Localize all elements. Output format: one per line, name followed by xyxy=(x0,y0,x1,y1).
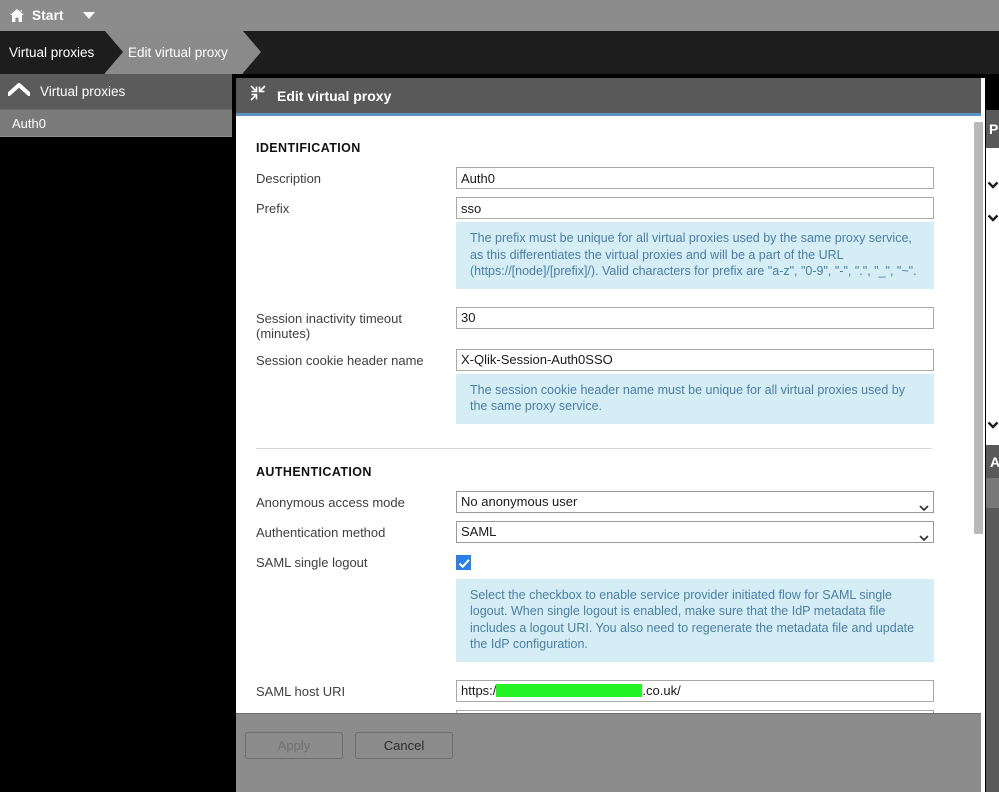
panel-title: Edit virtual proxy xyxy=(277,87,392,104)
properties-panel-header: P xyxy=(986,110,999,148)
properties-panel-title: P xyxy=(989,121,999,137)
saml-single-logout-label: SAML single logout xyxy=(256,554,368,570)
session-timeout-label: Session inactivity timeout (minutes) xyxy=(256,310,402,341)
saml-host-uri-label: SAML host URI xyxy=(256,683,346,699)
session-timeout-input[interactable] xyxy=(456,306,934,329)
sidebar-item-label: Auth0 xyxy=(12,115,46,131)
saml-single-logout-checkbox[interactable] xyxy=(456,554,471,570)
field-row-cookie-header: Session cookie header name The session c… xyxy=(256,348,977,434)
breadcrumb: Virtual proxies Edit virtual proxy xyxy=(0,31,999,74)
properties-secondary-title: A xyxy=(990,453,999,470)
redaction-bar xyxy=(496,684,643,697)
top-bar: Start xyxy=(0,0,999,31)
properties-secondary-header: A xyxy=(986,445,999,478)
section-title-authentication: AUTHENTICATION xyxy=(256,464,372,479)
prefix-input[interactable] xyxy=(456,197,934,219)
chevron-up-icon xyxy=(7,82,31,101)
properties-panel: P A xyxy=(986,110,999,792)
breadcrumb-item-virtual-proxies[interactable]: Virtual proxies xyxy=(0,31,123,74)
edit-virtual-proxy-panel: Edit virtual proxy IDENTIFICATION Descri… xyxy=(236,78,985,792)
chevron-down-icon xyxy=(919,529,929,541)
chevron-down-icon xyxy=(987,209,999,227)
saml-host-uri-input[interactable]: https:/ .co.uk/ xyxy=(456,679,934,702)
cookie-header-label: Session cookie header name xyxy=(256,352,424,368)
scrollbar-thumb[interactable] xyxy=(974,122,983,534)
description-input[interactable] xyxy=(456,167,934,189)
collapse-arrows-icon[interactable] xyxy=(250,85,266,106)
field-row-saml-host-uri: SAML host URI https:/ .co.uk/ xyxy=(256,679,977,702)
sidebar: Virtual proxies Auth0 xyxy=(0,74,232,792)
field-row-description: Description xyxy=(256,167,977,189)
properties-band-1[interactable] xyxy=(986,478,999,508)
anonymous-access-label: Anonymous access mode xyxy=(256,494,405,510)
apply-button[interactable]: Apply xyxy=(245,732,343,759)
breadcrumb-item-edit-virtual-proxy[interactable]: Edit virtual proxy xyxy=(105,31,261,74)
caret-down-icon[interactable] xyxy=(82,12,95,19)
breadcrumb-item-label: Virtual proxies xyxy=(9,45,95,60)
field-row-session-timeout: Session inactivity timeout (minutes) xyxy=(256,306,977,341)
cancel-button[interactable]: Cancel xyxy=(355,732,453,759)
auth-method-select[interactable]: SAML xyxy=(456,520,934,543)
auth-method-label: Authentication method xyxy=(256,524,386,540)
field-row-anonymous-access: Anonymous access mode No anonymous user xyxy=(256,490,977,513)
anonymous-access-value: No anonymous user xyxy=(461,493,578,509)
section-title-identification: IDENTIFICATION xyxy=(256,141,361,155)
start-menu-button[interactable]: Start xyxy=(0,8,95,23)
saml-host-uri-prefix: https:/ xyxy=(461,683,497,698)
panel-footer: Apply Cancel xyxy=(236,713,981,792)
properties-band-2[interactable] xyxy=(986,508,999,792)
prefix-hint: The prefix must be unique for all virtua… xyxy=(456,222,934,289)
chevron-down-icon xyxy=(919,499,929,511)
prefix-label: Prefix xyxy=(256,201,290,216)
vertical-scrollbar[interactable] xyxy=(971,116,985,635)
field-row-auth-method: Authentication method SAML xyxy=(256,520,977,543)
start-label: Start xyxy=(32,8,64,23)
cookie-header-hint: The session cookie header name must be u… xyxy=(456,373,934,424)
panel-header: Edit virtual proxy xyxy=(236,78,981,116)
field-row-saml-single-logout: SAML single logout Select the checkbox t… xyxy=(256,551,977,672)
section-divider xyxy=(256,447,932,449)
sidebar-section-label: Virtual proxies xyxy=(40,84,126,99)
chevron-down-icon xyxy=(987,416,999,434)
panel-body: IDENTIFICATION Description Prefix The pr… xyxy=(236,119,977,713)
cookie-header-input[interactable] xyxy=(456,348,934,371)
field-row-prefix: Prefix The prefix must be unique for all… xyxy=(256,197,977,299)
properties-row-1[interactable] xyxy=(986,168,999,201)
home-icon xyxy=(9,8,25,23)
description-label: Description xyxy=(256,171,322,186)
sidebar-section-virtual-proxies[interactable]: Virtual proxies xyxy=(0,74,232,110)
breadcrumb-item-label: Edit virtual proxy xyxy=(128,45,228,60)
chevron-down-icon xyxy=(987,176,999,194)
saml-host-uri-suffix: .co.uk/ xyxy=(642,683,681,698)
anonymous-access-select[interactable]: No anonymous user xyxy=(456,490,934,513)
properties-row-2[interactable] xyxy=(986,201,999,234)
sidebar-item-auth0[interactable]: Auth0 xyxy=(0,110,232,137)
properties-row-3[interactable] xyxy=(986,408,999,441)
saml-single-logout-hint: Select the checkbox to enable service pr… xyxy=(456,578,934,662)
auth-method-value: SAML xyxy=(461,523,497,539)
